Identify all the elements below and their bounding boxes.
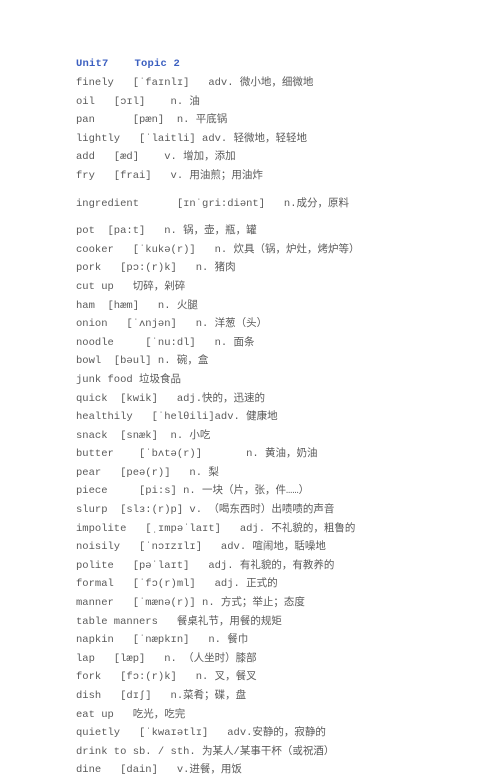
vocabulary-entry: snack [snæk] n. 小吃 (76, 429, 211, 442)
vocabulary-entry: pork [pɔ:(r)k] n. 猪肉 (76, 262, 236, 275)
vocabulary-entry: lap [læp] n. （人坐时）膝部 (76, 652, 257, 665)
vocabulary-entry: cooker [ˈkukə(r)] n. 炊具（锅，炉灶，烤炉等） (76, 243, 360, 256)
vocabulary-entry: piece [pi:s] n. 一块（片，张，件……） (76, 485, 310, 498)
vocabulary-entry: pan [pæn] n. 平底锅 (76, 114, 228, 127)
vocabulary-entry: impolite [ˌɪmpəˈlaɪt] adj. 不礼貌的，粗鲁的 (76, 522, 356, 535)
vocabulary-entry: polite [pəˈlaɪt] adj. 有礼貌的，有教养的 (76, 559, 335, 572)
vocabulary-content: Unit7 Topic 2 finely [ˈfaɪnlɪ] adv. 微小地，… (76, 57, 486, 780)
vocabulary-entry: fry [frai] v. 用油煎；用油炸 (76, 169, 263, 182)
vocabulary-entry: dish [dɪʃ] n.菜肴；碟，盘 (76, 690, 247, 702)
vocabulary-entry: drink to sb. / sth. 为某人/某事干杯（或祝酒） (76, 745, 335, 758)
vocabulary-entry: quietly [ˈkwaɪətlɪ] adv.安静的，寂静的 (76, 727, 326, 740)
vocabulary-entry: noisily [ˈnɔɪzɪlɪ] adv. 喧闹地，聒噪地 (76, 541, 326, 554)
vocabulary-entry: eat up 吃光，吃完 (76, 708, 186, 721)
vocabulary-entry: oil [ɔɪl] n. 油 (76, 95, 200, 108)
vocabulary-entry: slurp [slɜ:(r)p] v. （喝东西时）出啧啧的声音 (76, 504, 335, 517)
vocabulary-entry: ham [hæm] n. 火腿 (76, 299, 198, 312)
vocabulary-entry: dine [dain] v.进餐，用饭 (76, 764, 242, 777)
vocabulary-entry: finely [ˈfaɪnlɪ] adv. 微小地，细微地 (76, 77, 314, 89)
vocabulary-entry: cut up 切碎，剁碎 (76, 280, 186, 293)
vocabulary-entry: junk food 垃圾食品 (76, 373, 182, 386)
vocabulary-entry: napkin [ˈnæpkɪn] n. 餐巾 (76, 634, 249, 647)
vocabulary-entry: noodle [ˈnu:dl] n. 面条 (76, 336, 255, 349)
vocabulary-entry: manner [ˈmænə(r)] n. 方式；举止；态度 (76, 597, 305, 610)
vocabulary-entry: formal [ˈfɔ(r)ml] adj. 正式的 (76, 578, 278, 591)
vocabulary-entry: quick [kwik] adj.快的，迅速的 (76, 392, 266, 405)
vocabulary-entry: fork [fɔ:(r)k] n. 叉，餐叉 (76, 671, 257, 684)
vocabulary-entry: butter [ˈbʌtə(r)] n. 黄油，奶油 (76, 448, 318, 461)
vocabulary-entry: lightly [ˈlaitli] adv. 轻微地，轻轻地 (76, 132, 308, 145)
vocabulary-entry: add [æd] v. 增加，添加 (76, 151, 236, 164)
vocabulary-entry: pot [pa:t] n. 锅，壶，瓶，罐 (76, 225, 257, 238)
vocabulary-entry: ingredient [ɪnˈgri:diənt] n.成分，原料 (76, 197, 350, 210)
unit-topic-header: Unit7 Topic 2 (76, 58, 181, 70)
vocabulary-entry: bowl [bəul] n. 碗，盒 (76, 355, 209, 368)
vocabulary-entry: pear [peə(r)] n. 梨 (76, 466, 219, 479)
vocabulary-entry: table manners 餐桌礼节，用餐的规矩 (76, 615, 282, 628)
vocabulary-entry-list: finely [ˈfaɪnlɪ] adv. 微小地，细微地 oil [ɔɪl] n… (76, 74, 486, 780)
vocabulary-entry: onion [ˈʌnjən] n. 洋葱（头） (76, 318, 268, 331)
document-page: Unit7 Topic 2 finely [ˈfaɪnlɪ] adv. 微小地，… (0, 0, 500, 776)
vocabulary-entry: healthily [ˈhelθili]adv. 健康地 (76, 411, 278, 424)
